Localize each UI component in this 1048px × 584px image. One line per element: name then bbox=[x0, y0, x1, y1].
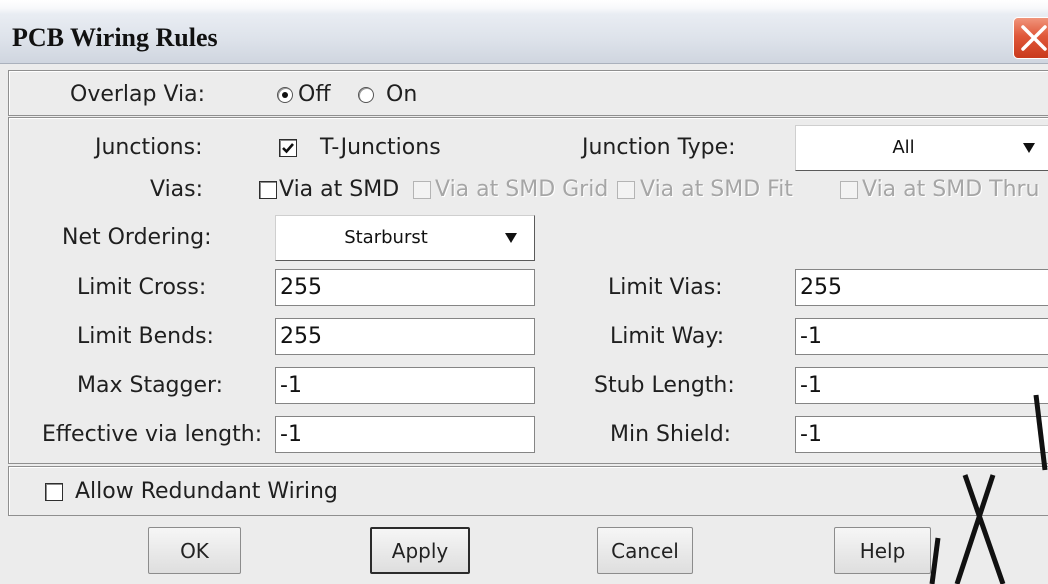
window-title: PCB Wiring Rules bbox=[12, 23, 218, 52]
overlap-via-label: Overlap Via: bbox=[70, 82, 206, 107]
overlap-via-off-label[interactable]: Off bbox=[298, 82, 330, 108]
stub-length-label: Stub Length: bbox=[594, 373, 735, 398]
cancel-button[interactable]: Cancel bbox=[597, 527, 693, 574]
min-shield-label: Min Shield: bbox=[610, 422, 732, 447]
close-button[interactable] bbox=[1013, 17, 1048, 59]
net-ordering-dropdown[interactable]: Starburst bbox=[275, 215, 535, 261]
effective-via-length-label: Effective via length: bbox=[42, 422, 263, 447]
checkmark-icon bbox=[282, 143, 294, 154]
limit-bends-input[interactable] bbox=[275, 318, 535, 355]
overlap-via-on-radio[interactable] bbox=[358, 87, 374, 103]
via-at-smd-thru-label[interactable]: Via at SMD Thru bbox=[862, 177, 1040, 203]
apply-button[interactable]: Apply bbox=[370, 527, 470, 574]
limit-cross-label: Limit Cross: bbox=[77, 275, 207, 300]
title-bar[interactable]: PCB Wiring Rules bbox=[0, 0, 1048, 64]
close-icon bbox=[1021, 25, 1047, 51]
via-at-smd-fit-checkbox[interactable] bbox=[617, 181, 635, 199]
ok-button[interactable]: OK bbox=[148, 527, 241, 574]
dropdown-arrow-icon bbox=[1023, 143, 1035, 153]
limit-vias-input[interactable] bbox=[795, 269, 1048, 306]
junctions-label: Junctions: bbox=[95, 135, 203, 160]
junction-type-dropdown[interactable]: All bbox=[795, 125, 1048, 171]
overlap-via-on-label[interactable]: On bbox=[386, 82, 417, 108]
via-at-smd-label[interactable]: Via at SMD bbox=[279, 177, 399, 203]
junction-type-value: All bbox=[892, 137, 915, 158]
via-at-smd-thru-checkbox[interactable] bbox=[840, 181, 858, 199]
limit-way-input[interactable] bbox=[795, 318, 1048, 355]
junction-type-label: Junction Type: bbox=[582, 135, 736, 160]
limit-cross-input[interactable] bbox=[275, 269, 535, 306]
allow-redundant-wiring-label[interactable]: Allow Redundant Wiring bbox=[75, 479, 338, 505]
vias-label: Vias: bbox=[150, 177, 204, 202]
limit-bends-label: Limit Bends: bbox=[77, 324, 214, 349]
net-ordering-arrow-button[interactable] bbox=[494, 216, 534, 260]
overlap-via-off-radio[interactable] bbox=[277, 87, 293, 103]
limit-vias-label: Limit Vias: bbox=[608, 275, 723, 300]
dropdown-arrow-icon bbox=[505, 233, 517, 243]
via-at-smd-grid-label[interactable]: Via at SMD Grid bbox=[435, 177, 608, 203]
t-junctions-label[interactable]: T-Junctions bbox=[320, 135, 441, 161]
max-stagger-input[interactable] bbox=[275, 367, 535, 404]
junction-type-arrow-button[interactable] bbox=[1014, 126, 1048, 170]
max-stagger-label: Max Stagger: bbox=[77, 373, 224, 398]
net-ordering-label: Net Ordering: bbox=[62, 225, 212, 250]
watermark bbox=[929, 394, 1048, 584]
via-at-smd-checkbox[interactable] bbox=[259, 181, 277, 199]
net-ordering-value: Starburst bbox=[344, 227, 428, 248]
allow-redundant-wiring-checkbox[interactable] bbox=[45, 483, 63, 501]
t-junctions-checkbox[interactable] bbox=[279, 139, 297, 157]
limit-way-label: Limit Way: bbox=[610, 324, 725, 349]
effective-via-length-input[interactable] bbox=[275, 416, 535, 453]
via-at-smd-fit-label[interactable]: Via at SMD Fit bbox=[640, 177, 793, 203]
via-at-smd-grid-checkbox[interactable] bbox=[413, 181, 431, 199]
